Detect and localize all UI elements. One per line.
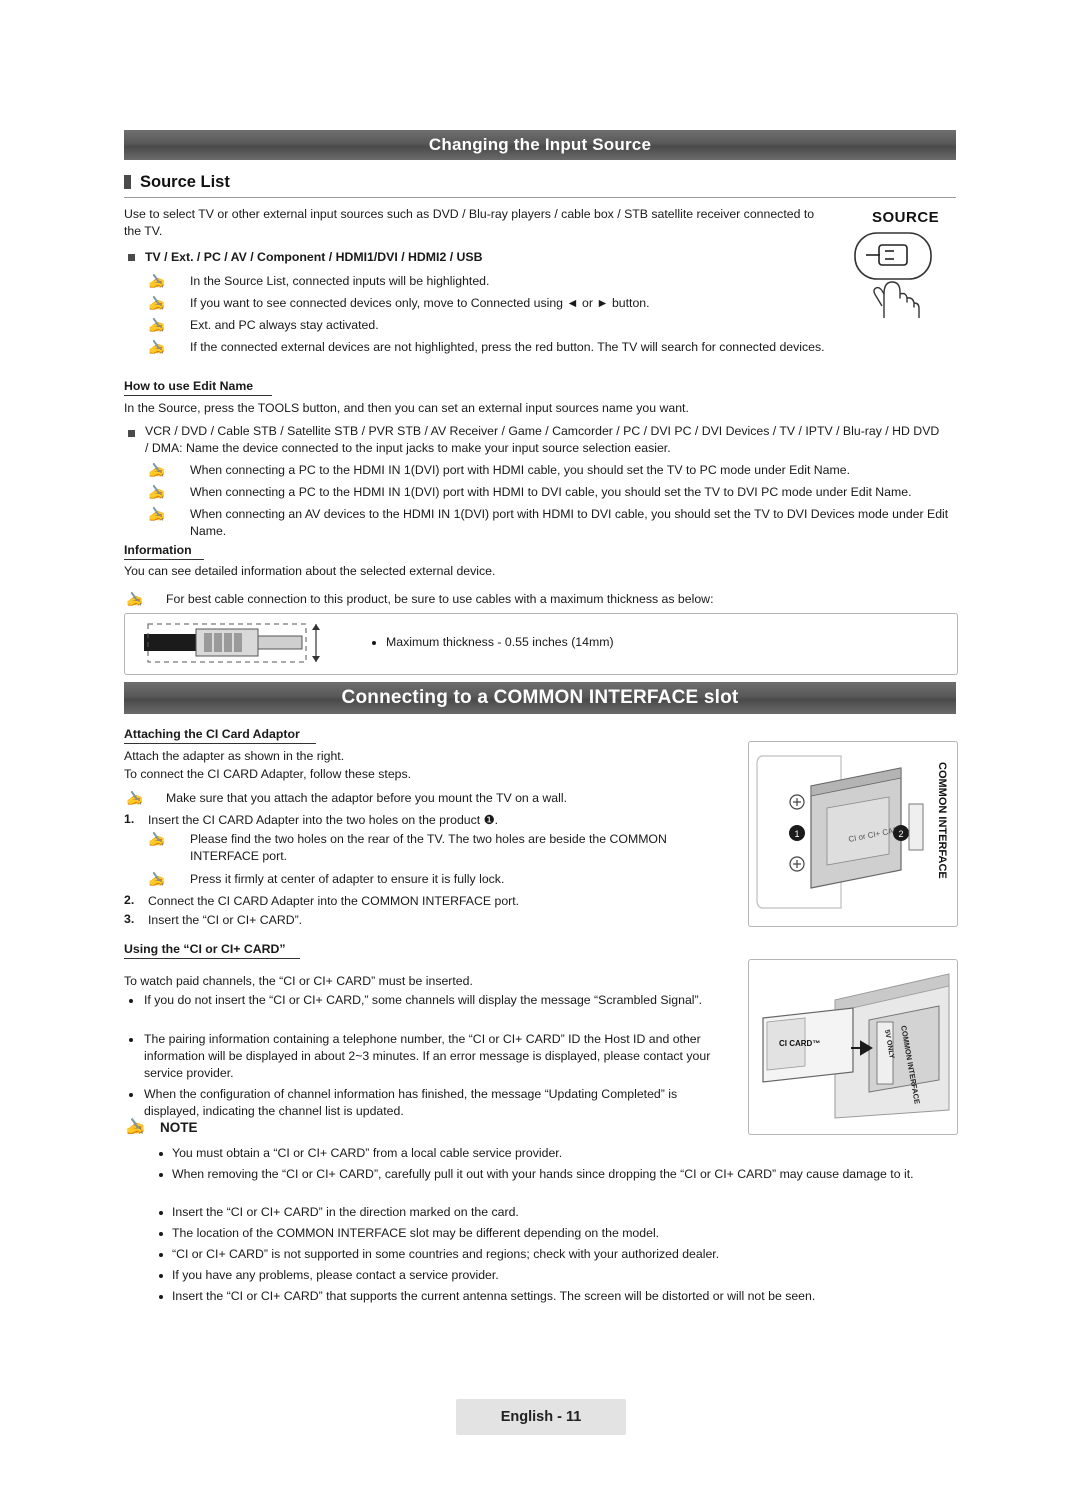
svg-text:2: 2	[898, 829, 903, 839]
source-button-label: SOURCE	[872, 209, 940, 226]
section-title-changing-input-source: Changing the Input Source	[124, 130, 956, 160]
label-using-ci-card: Using the “CI or CI+ CARD”	[124, 942, 300, 959]
bullet-square-icon	[128, 254, 135, 261]
note-block-title: NOTE	[160, 1120, 198, 1135]
label-attaching-ci-card-adaptor: Attaching the CI Card Adaptor	[124, 727, 316, 744]
note-pencil-icon: ✍	[148, 273, 166, 289]
ci-adaptor-sub-2: Press it firmly at center of adapter to …	[190, 872, 505, 886]
step-number-3: 3.	[124, 912, 135, 926]
bullet-dot-icon	[159, 1295, 163, 1299]
note-pencil-icon: ✍	[148, 484, 166, 500]
note-item-4: The location of the COMMON INTERFACE slo…	[172, 1226, 660, 1240]
label-underline	[124, 394, 272, 396]
edit-name-note-1: When connecting a PC to the HDMI IN 1(DV…	[190, 463, 850, 477]
source-button-illustration	[854, 232, 932, 318]
using-card-bullet-2: The pairing information containing a tel…	[144, 1032, 711, 1080]
bullet-square-icon	[128, 430, 135, 437]
source-list-note-1: In the Source List, connected inputs wil…	[190, 274, 490, 288]
using-card-bullet-3: When the configuration of channel inform…	[144, 1087, 678, 1118]
bullet-dot-icon	[129, 1038, 133, 1042]
note-item-3: Insert the “CI or CI+ CARD” in the direc…	[172, 1205, 519, 1219]
label-underline	[124, 742, 316, 744]
edit-name-note-2: When connecting a PC to the HDMI IN 1(DV…	[190, 485, 912, 499]
note-item-6: If you have any problems, please contact…	[172, 1268, 499, 1282]
cable-max-thickness: Maximum thickness - 0.55 inches (14mm)	[386, 635, 614, 649]
note-pencil-icon: ✍	[148, 317, 166, 333]
note-pencil-icon: ✍	[148, 339, 166, 355]
step-number-1: 1.	[124, 812, 135, 826]
note-item-2: When removing the “CI or CI+ CARD”, care…	[172, 1167, 914, 1181]
information-text: You can see detailed information about t…	[124, 564, 496, 578]
bullet-dot-icon	[159, 1274, 163, 1278]
page-footer: English - 11	[456, 1399, 626, 1435]
ci-adaptor-step-2: Connect the CI CARD Adapter into the COM…	[148, 894, 520, 908]
ci-adaptor-step-3: Insert the “CI or CI+ CARD”.	[148, 913, 303, 927]
note-pencil-icon: ✍	[148, 506, 166, 522]
svg-text:CI CARD™: CI CARD™	[779, 1039, 820, 1048]
note-pencil-icon: ✍	[148, 462, 166, 478]
bullet-dot-icon	[159, 1152, 163, 1156]
edit-name-intro: In the Source, press the TOOLS button, a…	[124, 401, 689, 415]
ci-adaptor-line-1: Attach the adapter as shown in the right…	[124, 749, 345, 763]
edit-name-note-3: When connecting an AV devices to the HDM…	[190, 507, 949, 538]
svg-text:1: 1	[794, 829, 799, 839]
bullet-dot-icon	[129, 999, 133, 1003]
bullet-dot-icon	[159, 1173, 163, 1177]
note-pencil-icon: ✍	[148, 831, 166, 847]
note-pencil-icon: ✍	[148, 295, 166, 311]
heading-rule	[124, 197, 956, 198]
manual-page: Changing the Input Source Source List Us…	[0, 0, 1080, 1494]
label-information: Information	[124, 543, 204, 560]
information-cable-note: For best cable connection to this produc…	[166, 592, 714, 606]
bullet-dot-icon	[129, 1093, 133, 1097]
bullet-dot-icon	[372, 641, 376, 645]
using-card-bullet-1: If you do not insert the “CI or CI+ CARD…	[144, 993, 703, 1007]
svg-text:COMMON INTERFACE: COMMON INTERFACE	[936, 762, 948, 879]
ci-adaptor-sub-1: Please find the two holes on the rear of…	[190, 832, 667, 863]
note-pencil-icon: ✍	[148, 871, 166, 887]
label-underline	[124, 957, 300, 959]
note-item-1: You must obtain a “CI or CI+ CARD” from …	[172, 1146, 563, 1160]
source-list-note-3: Ext. and PC always stay activated.	[190, 318, 379, 332]
edit-name-device-list: VCR / DVD / Cable STB / Satellite STB / …	[145, 424, 940, 455]
source-list-intro: Use to select TV or other external input…	[124, 207, 815, 238]
note-pencil-icon: ✍	[126, 591, 144, 607]
source-list-inputs: TV / Ext. / PC / AV / Component / HDMI1/…	[145, 250, 483, 264]
note-pencil-icon: ✍	[126, 790, 144, 806]
section-title-common-interface: Connecting to a COMMON INTERFACE slot	[124, 682, 956, 714]
source-list-note-2: If you want to see connected devices onl…	[190, 296, 650, 310]
note-pencil-icon: ✍	[126, 1119, 146, 1136]
ci-card-insertion-diagram: COMMON INTERFACE 5V ONLY CI CARD™	[748, 959, 958, 1135]
source-list-note-4: If the connected external devices are no…	[190, 340, 825, 354]
ci-adaptor-diagram: CI or CI+ CARD 1 2 COMMON INTERFACE	[748, 741, 958, 927]
ci-adaptor-step-1: Insert the CI CARD Adapter into the two …	[148, 813, 499, 827]
ci-adaptor-line-2: To connect the CI CARD Adapter, follow t…	[124, 767, 412, 781]
bullet-dot-icon	[159, 1232, 163, 1236]
label-underline	[124, 558, 204, 560]
heading-source-list: Source List	[124, 171, 956, 198]
cable-illustration	[144, 620, 334, 666]
step-number-2: 2.	[124, 893, 135, 907]
note-item-7: Insert the “CI or CI+ CARD” that support…	[172, 1289, 816, 1303]
ci-adaptor-note: Make sure that you attach the adaptor be…	[166, 791, 568, 805]
heading-bullet-square	[124, 175, 131, 189]
note-item-5: “CI or CI+ CARD” is not supported in som…	[172, 1247, 720, 1261]
label-how-to-use-edit-name: How to use Edit Name	[124, 379, 272, 396]
heading-source-list-label: Source List	[140, 172, 230, 191]
using-card-intro: To watch paid channels, the “CI or CI+ C…	[124, 974, 473, 988]
bullet-dot-icon	[159, 1211, 163, 1215]
bullet-dot-icon	[159, 1253, 163, 1257]
